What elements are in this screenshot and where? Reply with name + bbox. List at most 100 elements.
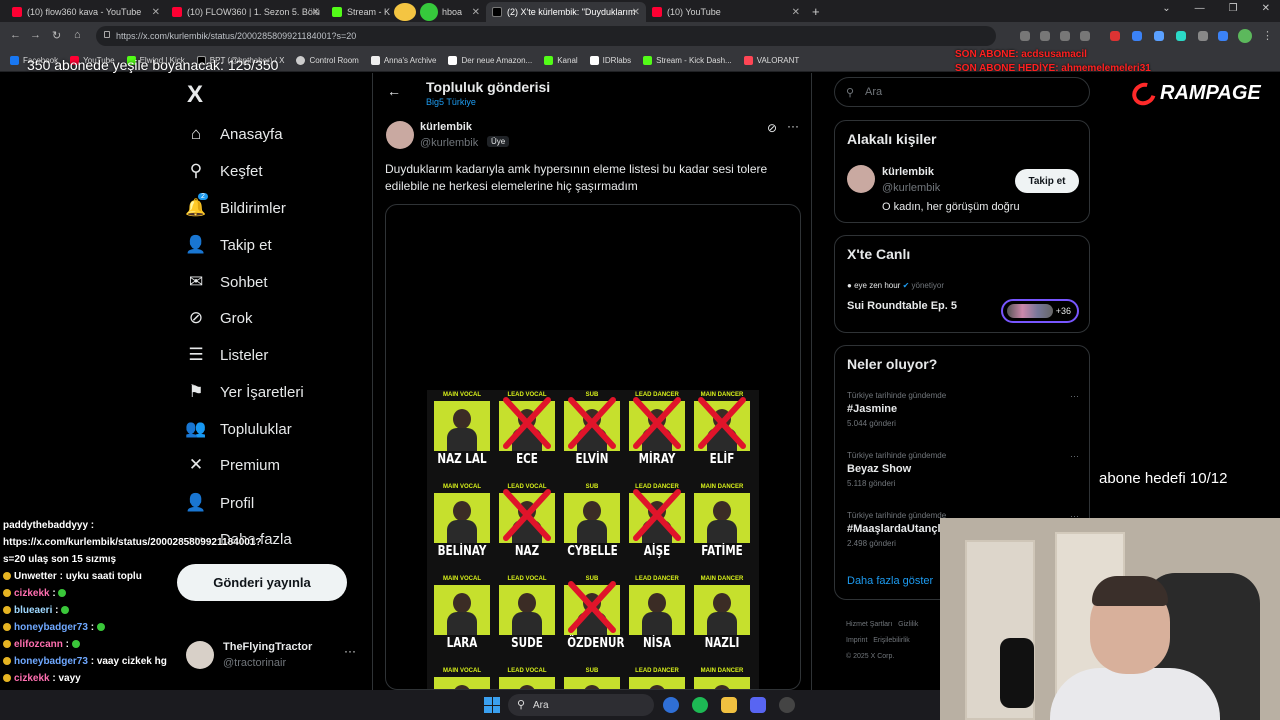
nav-item-search[interactable]: ⚲ Keşfet bbox=[186, 159, 263, 183]
webcam-feed bbox=[940, 518, 1280, 720]
translate-icon[interactable] bbox=[1040, 31, 1050, 41]
close-icon[interactable]: ✕ bbox=[152, 7, 160, 18]
browser-tab[interactable]: (10) YouTube ✕ bbox=[646, 2, 806, 22]
contestant-photo bbox=[694, 585, 750, 635]
trend-item[interactable]: Türkiye tarihinde gündemde Beyaz Show 5.… bbox=[847, 451, 1079, 488]
contestant-role: MAIN VOCAL bbox=[443, 668, 481, 674]
forward-icon[interactable]: → bbox=[30, 29, 41, 41]
browser-tab[interactable]: (10) FLOW360 | 1. Sezon 5. Bölü ✕ bbox=[166, 2, 326, 22]
contestant-role: LEAD DANCER bbox=[635, 392, 679, 398]
follow-button[interactable]: Takip et bbox=[1015, 169, 1079, 193]
avatar[interactable] bbox=[847, 165, 875, 193]
x-logo[interactable]: X bbox=[187, 81, 203, 109]
grok-icon[interactable]: ⊘ bbox=[767, 121, 777, 135]
zoom-icon[interactable] bbox=[1020, 31, 1030, 41]
show-more-link[interactable]: Daha fazla göster bbox=[847, 575, 933, 587]
nav-item-communities[interactable]: 👥 Topluluklar bbox=[185, 417, 291, 441]
post-author-name[interactable]: kürlembik bbox=[420, 121, 472, 133]
menu-icon[interactable]: ⋮ bbox=[1262, 29, 1273, 42]
back-icon[interactable]: ← bbox=[10, 29, 21, 41]
share-icon[interactable] bbox=[1060, 31, 1070, 41]
nav-item-follow[interactable]: 👤 Takip et bbox=[185, 233, 272, 257]
profile-avatar-icon[interactable] bbox=[1238, 29, 1252, 43]
windows-start-icon[interactable] bbox=[484, 697, 500, 713]
close-icon[interactable]: ✕ bbox=[312, 7, 320, 18]
maximize-icon[interactable]: ❐ bbox=[1229, 3, 1238, 14]
discord-icon[interactable] bbox=[750, 697, 766, 713]
bookmark-star-icon[interactable] bbox=[1080, 31, 1090, 41]
extension-icon[interactable] bbox=[1132, 31, 1142, 41]
close-icon[interactable]: ✕ bbox=[632, 7, 640, 18]
spotify-icon[interactable] bbox=[692, 697, 708, 713]
avatar[interactable] bbox=[386, 121, 414, 149]
contestant-name: ECE bbox=[516, 452, 538, 467]
close-icon[interactable]: ✕ bbox=[792, 7, 800, 18]
footer-link[interactable]: Hizmet Şartları bbox=[846, 621, 892, 628]
contestant-card: MAIN DANCER ELİF bbox=[691, 392, 753, 469]
nav-item-x[interactable]: ✕ Premium bbox=[186, 453, 280, 477]
contestant-photo bbox=[434, 401, 490, 451]
tab-search-icon[interactable]: ⌄ bbox=[1162, 3, 1170, 14]
taskbar-search[interactable]: ⚲ Ara bbox=[508, 694, 654, 716]
nav-item-grok[interactable]: ⊘ Grok bbox=[186, 306, 253, 330]
nav-item-bell[interactable]: 🔔 2 Bildirimler bbox=[185, 193, 286, 220]
contestant-photo bbox=[564, 585, 620, 635]
contestant-role: LEAD VOCAL bbox=[507, 576, 547, 582]
address-bar[interactable]: https://x.com/kurlembik/status/200028580… bbox=[96, 26, 996, 46]
post-author-handle[interactable]: @kurlembik bbox=[420, 137, 478, 149]
close-window-icon[interactable]: ✕ bbox=[1262, 3, 1270, 14]
contestant-head bbox=[518, 409, 536, 429]
close-icon[interactable]: ✕ bbox=[472, 7, 480, 18]
more-icon[interactable]: ··· bbox=[1070, 451, 1079, 461]
nav-item-bookmark[interactable]: ⚑ Yer İşaretleri bbox=[186, 380, 303, 404]
extension-icon[interactable] bbox=[1154, 31, 1164, 41]
extension-icon[interactable] bbox=[1176, 31, 1186, 41]
chrome-icon[interactable] bbox=[663, 697, 679, 713]
bookmark-item[interactable]: Kanal bbox=[544, 56, 578, 65]
nav-item-label: Takip et bbox=[220, 236, 272, 254]
browser-tab[interactable]: (10) flow360 kava - YouTube ✕ bbox=[6, 2, 166, 22]
footer-link[interactable]: Imprint bbox=[846, 637, 867, 644]
bell-icon: 🔔 bbox=[185, 198, 207, 217]
related-user-name[interactable]: kürlembik bbox=[882, 166, 934, 178]
trend-item[interactable]: Türkiye tarihinde gündemde #Jasmine 5.04… bbox=[847, 391, 1079, 428]
folder-icon[interactable] bbox=[721, 697, 737, 713]
related-user-handle[interactable]: @kurlembik bbox=[882, 182, 940, 194]
post-media[interactable]: MAIN VOCAL NAZ LAL LEAD VOCAL ECE SUB ELVİN LE… bbox=[385, 204, 801, 690]
back-arrow-icon[interactable]: ← bbox=[387, 83, 401, 99]
contestant-role: LEAD DANCER bbox=[635, 484, 679, 490]
home-icon[interactable]: ⌂ bbox=[74, 29, 81, 41]
live-panel[interactable]: X'te Canlı ● eye zen hour ✔ yönetiyor Su… bbox=[834, 235, 1090, 333]
bookmark-item[interactable]: Stream - Kick Dash... bbox=[643, 56, 732, 65]
minimize-icon[interactable]: — bbox=[1195, 3, 1205, 14]
bookmark-item[interactable]: Der neue Amazon... bbox=[448, 56, 532, 65]
obs-icon[interactable] bbox=[779, 697, 795, 713]
nav-item-mail[interactable]: ✉ Sohbet bbox=[186, 270, 268, 294]
more-icon[interactable]: ··· bbox=[1070, 391, 1079, 401]
footer-link[interactable]: Erişilebilirlik bbox=[873, 637, 910, 644]
bookmark-item[interactable]: VALORANT bbox=[743, 56, 799, 65]
footer-link[interactable]: Gizlilik bbox=[898, 621, 918, 628]
extension-icon[interactable] bbox=[1110, 31, 1120, 41]
reload-icon[interactable]: ↻ bbox=[52, 29, 61, 42]
new-tab-button[interactable]: + bbox=[812, 4, 820, 19]
search-input[interactable]: ⚲ Ara bbox=[834, 77, 1090, 107]
community-link[interactable]: Big5 Türkiye bbox=[426, 97, 476, 107]
contestant-head bbox=[648, 409, 666, 429]
nav-item-home[interactable]: ⌂ Anasayfa bbox=[186, 122, 283, 146]
communities-icon: 👥 bbox=[185, 419, 207, 438]
mail-icon: ✉ bbox=[188, 272, 204, 291]
bookmark-item[interactable]: IDRlabs bbox=[589, 56, 631, 65]
bookmark-item[interactable]: Anna's Archive bbox=[370, 56, 436, 65]
contestant-name: AİŞE bbox=[643, 544, 671, 559]
bookmark-item[interactable]: Control Room bbox=[296, 56, 359, 65]
more-icon[interactable]: ··· bbox=[787, 119, 799, 133]
browser-tab[interactable]: Stream - K hboa ✕ bbox=[326, 2, 486, 22]
window-controls: ⌄ — ❐ ✕ bbox=[1162, 3, 1270, 14]
extension-icon[interactable] bbox=[1198, 31, 1208, 41]
contestant-card: SUB CYBELLE bbox=[561, 484, 623, 561]
contestant-role: MAIN VOCAL bbox=[443, 484, 481, 490]
nav-item-list[interactable]: ☰ Listeler bbox=[186, 343, 268, 367]
browser-tab-active[interactable]: (2) X'te kürlembik: "Duyduklarım ✕ bbox=[486, 2, 646, 22]
sidebar-icon[interactable] bbox=[1218, 31, 1228, 41]
